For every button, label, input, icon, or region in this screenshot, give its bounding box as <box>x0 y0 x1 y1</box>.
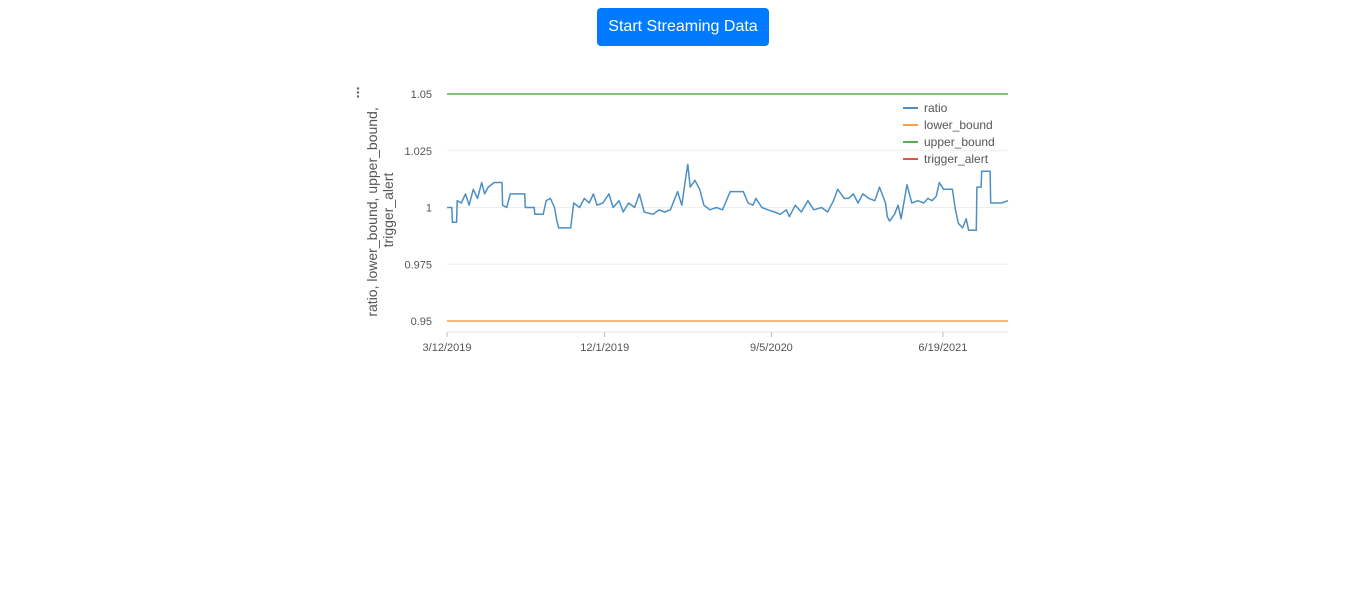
y-tick-label: 0.975 <box>404 259 432 271</box>
legend-label-trigger-alert[interactable]: trigger_alert <box>924 152 989 166</box>
y-tick-label: 0.95 <box>411 316 432 328</box>
y-tick-label: 1 <box>426 203 432 215</box>
x-tick-label: 6/19/2021 <box>918 342 967 354</box>
legend[interactable]: ratio lower_bound upper_bound trigger_alert <box>903 101 995 166</box>
x-axis-ticks: 3/12/2019 12/1/2019 9/5/2020 6/19/2021 <box>423 332 967 354</box>
y-axis-title-line-2: trigger_alert <box>380 173 396 248</box>
series-line-ratio <box>447 163 1009 231</box>
x-tick-label: 9/5/2020 <box>750 342 793 354</box>
x-tick-label: 12/1/2019 <box>580 342 629 354</box>
x-tick-label: 3/12/2019 <box>423 342 472 354</box>
y-axis-title-line-1: ratio, lower_bound, upper_bound, <box>364 107 380 316</box>
y-axis-title: ratio, lower_bound, upper_bound, trigger… <box>364 103 396 316</box>
y-tick-label: 1.025 <box>404 146 432 158</box>
y-axis-ticks: 1.05 1.025 1 0.975 0.95 <box>404 89 432 328</box>
legend-label-upper-bound[interactable]: upper_bound <box>924 135 995 149</box>
line-chart: 1.05 1.025 1 0.975 0.95 3/12/2019 12/1/2019 9/… <box>364 89 1009 354</box>
legend-label-lower-bound[interactable]: lower_bound <box>924 118 993 132</box>
legend-label-ratio[interactable]: ratio <box>924 101 948 115</box>
y-tick-label: 1.05 <box>411 89 432 101</box>
